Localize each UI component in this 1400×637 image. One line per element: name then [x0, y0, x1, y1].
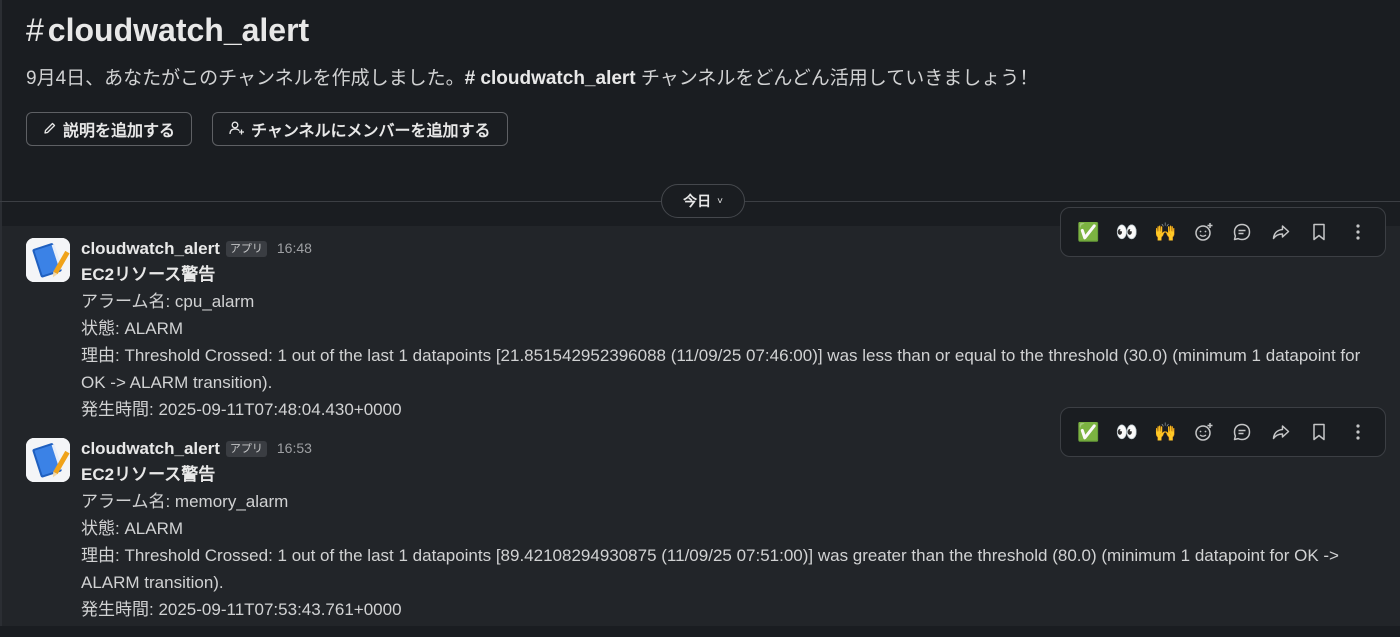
channel-actions: 説明を追加する チャンネルにメンバーを追加する — [26, 112, 1400, 146]
eyes-reaction-button[interactable]: 👀 — [1111, 416, 1143, 448]
avatar[interactable] — [26, 238, 70, 282]
check-reaction-button[interactable]: ✅ — [1072, 416, 1104, 448]
add-members-button[interactable]: チャンネルにメンバーを追加する — [212, 112, 508, 146]
message-item: cloudwatch_alert アプリ 16:48 EC2リソース警告 アラー… — [26, 228, 1380, 428]
message-title: EC2リソース警告 — [81, 265, 216, 284]
alarm-state: 状態: ALARM — [81, 319, 184, 338]
hash-icon: # — [26, 12, 44, 48]
timestamp[interactable]: 16:48 — [277, 235, 312, 262]
intro-text: 9月4日、あなたがこのチャンネルを作成しました。 — [26, 68, 465, 89]
sender-name[interactable]: cloudwatch_alert — [81, 435, 220, 462]
message-actions-toolbar: ✅ 👀 🙌 — [1060, 207, 1386, 257]
avatar[interactable] — [26, 438, 70, 482]
pencil-icon — [43, 121, 57, 138]
date-label: 今日 — [683, 193, 712, 209]
date-divider-button[interactable]: 今日 ˅ — [661, 184, 745, 218]
add-description-label: 説明を追加する — [63, 123, 176, 140]
forward-icon[interactable] — [1265, 416, 1297, 448]
raised-hands-reaction-button[interactable]: 🙌 — [1149, 416, 1181, 448]
page-title: # cloudwatch_alert — [26, 10, 1400, 50]
forward-icon[interactable] — [1265, 216, 1297, 248]
eyes-reaction-button[interactable]: 👀 — [1111, 216, 1143, 248]
message-body: cloudwatch_alert アプリ 16:53 EC2リソース警告 アラー… — [81, 436, 1380, 623]
add-reaction-icon[interactable] — [1188, 416, 1220, 448]
sender-name[interactable]: cloudwatch_alert — [81, 235, 220, 262]
message-body: cloudwatch_alert アプリ 16:48 EC2リソース警告 アラー… — [81, 236, 1380, 423]
alarm-time: 発生時間: 2025-09-11T07:53:43.761+0000 — [81, 600, 402, 619]
more-actions-icon[interactable] — [1342, 416, 1374, 448]
alarm-reason: 理由: Threshold Crossed: 1 out of the last… — [81, 346, 1361, 392]
bookmark-icon[interactable] — [1303, 416, 1335, 448]
bookmark-icon[interactable] — [1303, 216, 1335, 248]
add-user-icon — [229, 121, 245, 138]
channel-header: # cloudwatch_alert 9月4日、あなたがこのチャンネルを作成しま… — [26, 10, 1400, 146]
alarm-state: 状態: ALARM — [81, 519, 184, 538]
intro-text-after: チャンネルをどんどん活用していきましょう！ — [635, 68, 1039, 89]
more-actions-icon[interactable] — [1342, 216, 1374, 248]
channel-link[interactable]: # cloudwatch_alert — [465, 68, 636, 89]
channel-name: cloudwatch_alert — [47, 12, 310, 48]
alarm-name: アラーム名: cpu_alarm — [81, 292, 255, 311]
raised-hands-reaction-button[interactable]: 🙌 — [1149, 216, 1181, 248]
alarm-name: アラーム名: memory_alarm — [81, 492, 289, 511]
timestamp[interactable]: 16:53 — [277, 435, 312, 462]
bottom-edge — [0, 626, 1400, 637]
alarm-reason: 理由: Threshold Crossed: 1 out of the last… — [81, 546, 1339, 592]
app-badge: アプリ — [225, 440, 267, 457]
reply-thread-icon[interactable] — [1226, 216, 1258, 248]
reply-thread-icon[interactable] — [1226, 416, 1258, 448]
app-badge: アプリ — [225, 240, 267, 257]
message-actions-toolbar: ✅ 👀 🙌 — [1060, 407, 1386, 457]
check-reaction-button[interactable]: ✅ — [1072, 216, 1104, 248]
add-description-button[interactable]: 説明を追加する — [26, 112, 193, 146]
add-members-label: チャンネルにメンバーを追加する — [251, 123, 491, 140]
channel-intro: 9月4日、あなたがこのチャンネルを作成しました。# cloudwatch_ale… — [26, 66, 1400, 92]
chevron-down-icon: ˅ — [717, 195, 723, 207]
add-reaction-icon[interactable] — [1188, 216, 1220, 248]
message-title: EC2リソース警告 — [81, 465, 216, 484]
message-item: cloudwatch_alert アプリ 16:53 EC2リソース警告 アラー… — [26, 428, 1380, 628]
